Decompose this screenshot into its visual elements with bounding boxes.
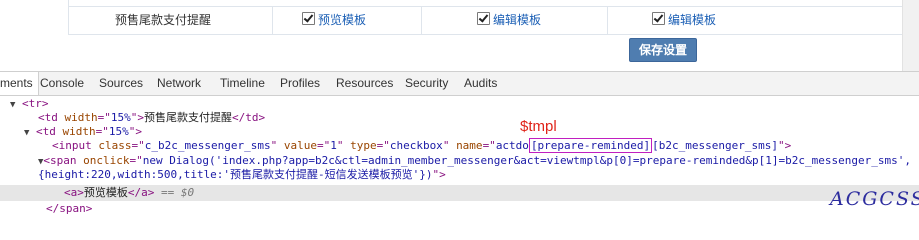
- tr-tag: <tr>: [22, 97, 49, 110]
- tab-sources[interactable]: Sources: [94, 72, 148, 95]
- preview-template-link[interactable]: 预览模板: [318, 13, 366, 27]
- attr-value: checkbox: [389, 139, 443, 152]
- tag-eq: =": [95, 125, 109, 138]
- highlighted-attr-value: [prepare-reminded]: [528, 138, 653, 153]
- dom-line-td-name[interactable]: <td width="15%">预售尾款支付提醒</td>: [38, 111, 265, 125]
- tag-open: <td: [36, 125, 63, 138]
- eq-marker: ==: [154, 186, 181, 199]
- tag-close: ">: [432, 168, 446, 181]
- dom-line-span-cont[interactable]: {height:220,width:500,title:'预售尾款支付提醒-短信…: [38, 168, 446, 182]
- text-node: 预售尾款支付提醒: [144, 111, 232, 124]
- tag-open: <input: [52, 139, 99, 152]
- elements-panel: ▼ <tr> <td width="15%">预售尾款支付提醒</td> ▼ <…: [0, 96, 919, 219]
- attr-name: width: [62, 125, 96, 138]
- tag-open: <span: [43, 154, 84, 167]
- dom-line-span-end[interactable]: </span>: [46, 202, 92, 216]
- tag-open: <td: [38, 111, 65, 124]
- attr-value: 1: [330, 139, 337, 152]
- attr-name: value: [283, 139, 317, 152]
- attr-name: name: [456, 139, 483, 152]
- tag-open: <a>: [64, 186, 84, 199]
- tab-audits[interactable]: Audits: [459, 72, 502, 95]
- checkbox-msg[interactable]: [652, 12, 665, 25]
- tag-eq: =": [376, 139, 390, 152]
- attr-value: 15%: [110, 111, 131, 124]
- column-divider: [421, 7, 422, 34]
- edit-template-cell: 编辑模板: [477, 7, 541, 34]
- attr-name: type: [350, 139, 377, 152]
- tag-eq: =": [316, 139, 331, 152]
- tag-end: </td>: [232, 111, 266, 124]
- attr-value: new Dialog('index.php?app=b2c&ctl=admin_…: [142, 154, 911, 167]
- attr-value: c_b2c_messenger_sms: [144, 139, 271, 152]
- tag-eq: =": [131, 139, 145, 152]
- attr-name: width: [64, 111, 98, 124]
- dom-line-a-selected[interactable]: <a>预览模板</a> == $0: [64, 186, 194, 200]
- attr-value: {height:220,width:500,title:'预售尾款支付提醒-短信…: [38, 168, 433, 181]
- attr-value: 15%: [108, 125, 129, 138]
- collapse-triangle-icon[interactable]: ▼: [10, 100, 15, 110]
- column-divider: [607, 7, 608, 34]
- column-divider: [272, 7, 273, 34]
- left-gutter: [0, 0, 68, 71]
- tag-end: </span>: [46, 202, 93, 215]
- dom-line-tr[interactable]: ▼ <tr>: [10, 97, 49, 111]
- text-node: 预览模板: [83, 186, 128, 199]
- edit-template-cell-2: 编辑模板: [652, 7, 716, 34]
- preview-template-cell: 预览模板: [302, 7, 366, 34]
- devtools-tab-bar: ments Console Sources Network Timeline P…: [0, 71, 919, 96]
- tag-close: ">: [778, 139, 792, 152]
- page-viewport: 预售尾款支付提醒 预览模板 编辑模板 编辑模板 保存设置: [0, 0, 919, 71]
- dom-line-input[interactable]: <input class="c_b2c_messenger_sms" value…: [52, 138, 792, 153]
- tag-close: ">: [130, 111, 144, 124]
- tab-security[interactable]: Security: [400, 72, 453, 95]
- messenger-settings-table: 预售尾款支付提醒 预览模板 编辑模板 编辑模板: [68, 0, 903, 35]
- console-ref: $0: [180, 186, 195, 199]
- save-settings-button[interactable]: 保存设置: [629, 38, 697, 62]
- tag-close: ">: [128, 125, 143, 138]
- tag-eq: =": [97, 111, 111, 124]
- tmpl-annotation: $tmpl: [520, 118, 557, 135]
- tab-network[interactable]: Network: [152, 72, 206, 95]
- attr-value: actdo: [495, 139, 529, 152]
- acgcss-watermark: ACGCSS: [830, 188, 919, 210]
- checkbox-sms[interactable]: [302, 12, 315, 25]
- dom-line-span[interactable]: ▼<span onclick="new Dialog('index.php?ap…: [38, 154, 911, 168]
- attr-name: class: [98, 139, 132, 152]
- tag-eq: =": [129, 154, 143, 167]
- tag-quote: ": [442, 139, 457, 152]
- tag-quote: ": [270, 139, 284, 152]
- tag-close: </a>: [127, 186, 155, 199]
- tab-elements[interactable]: ments: [0, 72, 39, 95]
- edit-template-link-2[interactable]: 编辑模板: [668, 13, 716, 27]
- page-scrollbar[interactable]: [902, 0, 919, 71]
- tab-profiles[interactable]: Profiles: [275, 72, 325, 95]
- attr-name: onclick: [83, 154, 130, 167]
- tab-timeline[interactable]: Timeline: [215, 72, 270, 95]
- row-name-cell: 预售尾款支付提醒: [115, 13, 212, 27]
- edit-template-link[interactable]: 编辑模板: [493, 13, 541, 27]
- tag-quote: ": [336, 139, 351, 152]
- dom-line-td-checkbox[interactable]: ▼ <td width="15%">: [24, 125, 142, 139]
- checkbox-email[interactable]: [477, 12, 490, 25]
- attr-value: [b2c_messenger_sms]: [652, 139, 778, 152]
- tag-eq: =": [482, 139, 496, 152]
- collapse-triangle-icon[interactable]: ▼: [24, 128, 29, 138]
- tab-console[interactable]: Console: [35, 72, 89, 95]
- tab-resources[interactable]: Resources: [331, 72, 398, 95]
